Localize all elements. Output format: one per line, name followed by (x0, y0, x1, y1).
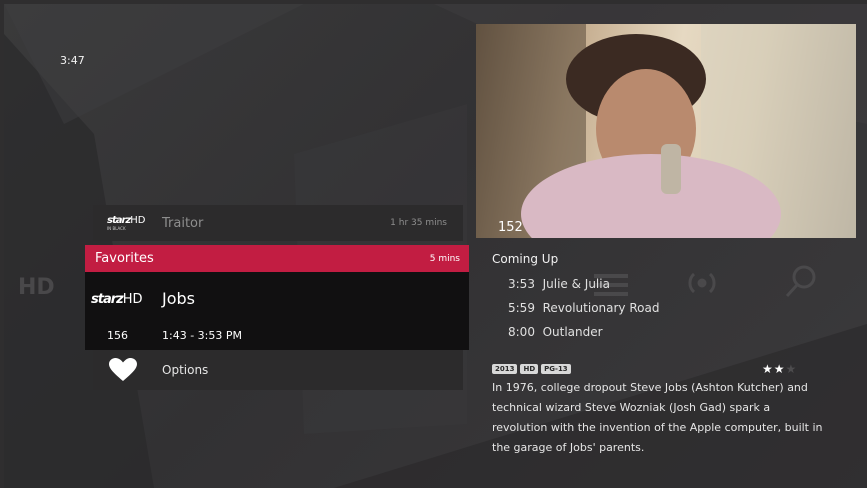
hd-badge: HD (520, 364, 539, 374)
channel-number: 156 (107, 329, 128, 342)
guide-row-current[interactable]: starzHD Jobs 156 1:43 - 3:53 PM (85, 272, 469, 350)
category-favorites[interactable]: Favorites 5 mins (85, 245, 469, 272)
list-item[interactable]: 5:59 Revolutionary Road (508, 301, 659, 325)
program-title: Traitor (162, 216, 204, 231)
category-label: Favorites (95, 251, 154, 266)
program-title: Jobs (162, 289, 195, 308)
star-rating: ★★★ (762, 362, 797, 376)
program-badges: 2013 HD PG-13 (492, 364, 571, 374)
options-label: Options (162, 363, 209, 377)
options-button[interactable]: Options (93, 350, 463, 390)
preview-channel: 152 (498, 220, 523, 235)
heart-icon (109, 358, 137, 381)
program-duration: 1 hr 35 mins (390, 218, 447, 228)
coming-up-list: 3:53 Julie & Julia 5:59 Revolutionary Ro… (508, 277, 659, 349)
live-preview[interactable]: 152 (476, 24, 856, 238)
guide-row-previous[interactable]: starzHD IN BLACK Traitor 1 hr 35 mins (93, 205, 463, 241)
list-item[interactable]: 3:53 Julie & Julia (508, 277, 659, 301)
program-description: In 1976, college dropout Steve Jobs (Ash… (492, 381, 823, 454)
starz-logo: starzHD (107, 215, 146, 226)
network-subtitle: IN BLACK (107, 226, 126, 231)
star-icon: ★ (762, 362, 774, 376)
starz-logo: starzHD (91, 292, 143, 307)
star-icon: ★ (785, 362, 798, 376)
preview-image (476, 24, 856, 238)
star-icon: ★ (773, 362, 786, 376)
list-item[interactable]: 8:00 Outlander (508, 325, 659, 349)
tv-guide-screen: HD 3:47 152 starzHD IN BLACK Traitor 1 h… (4, 4, 867, 488)
rating-badge: PG-13 (541, 364, 571, 374)
program-time: 1:43 - 3:53 PM (162, 329, 242, 342)
search-icon (785, 265, 816, 298)
hd-icon: HD (18, 275, 55, 300)
clock: 3:47 (60, 54, 85, 67)
category-duration: 5 mins (429, 254, 460, 264)
coming-up-heading: Coming Up (492, 252, 559, 266)
wireless-icon (688, 272, 716, 294)
year-badge: 2013 (492, 364, 518, 374)
